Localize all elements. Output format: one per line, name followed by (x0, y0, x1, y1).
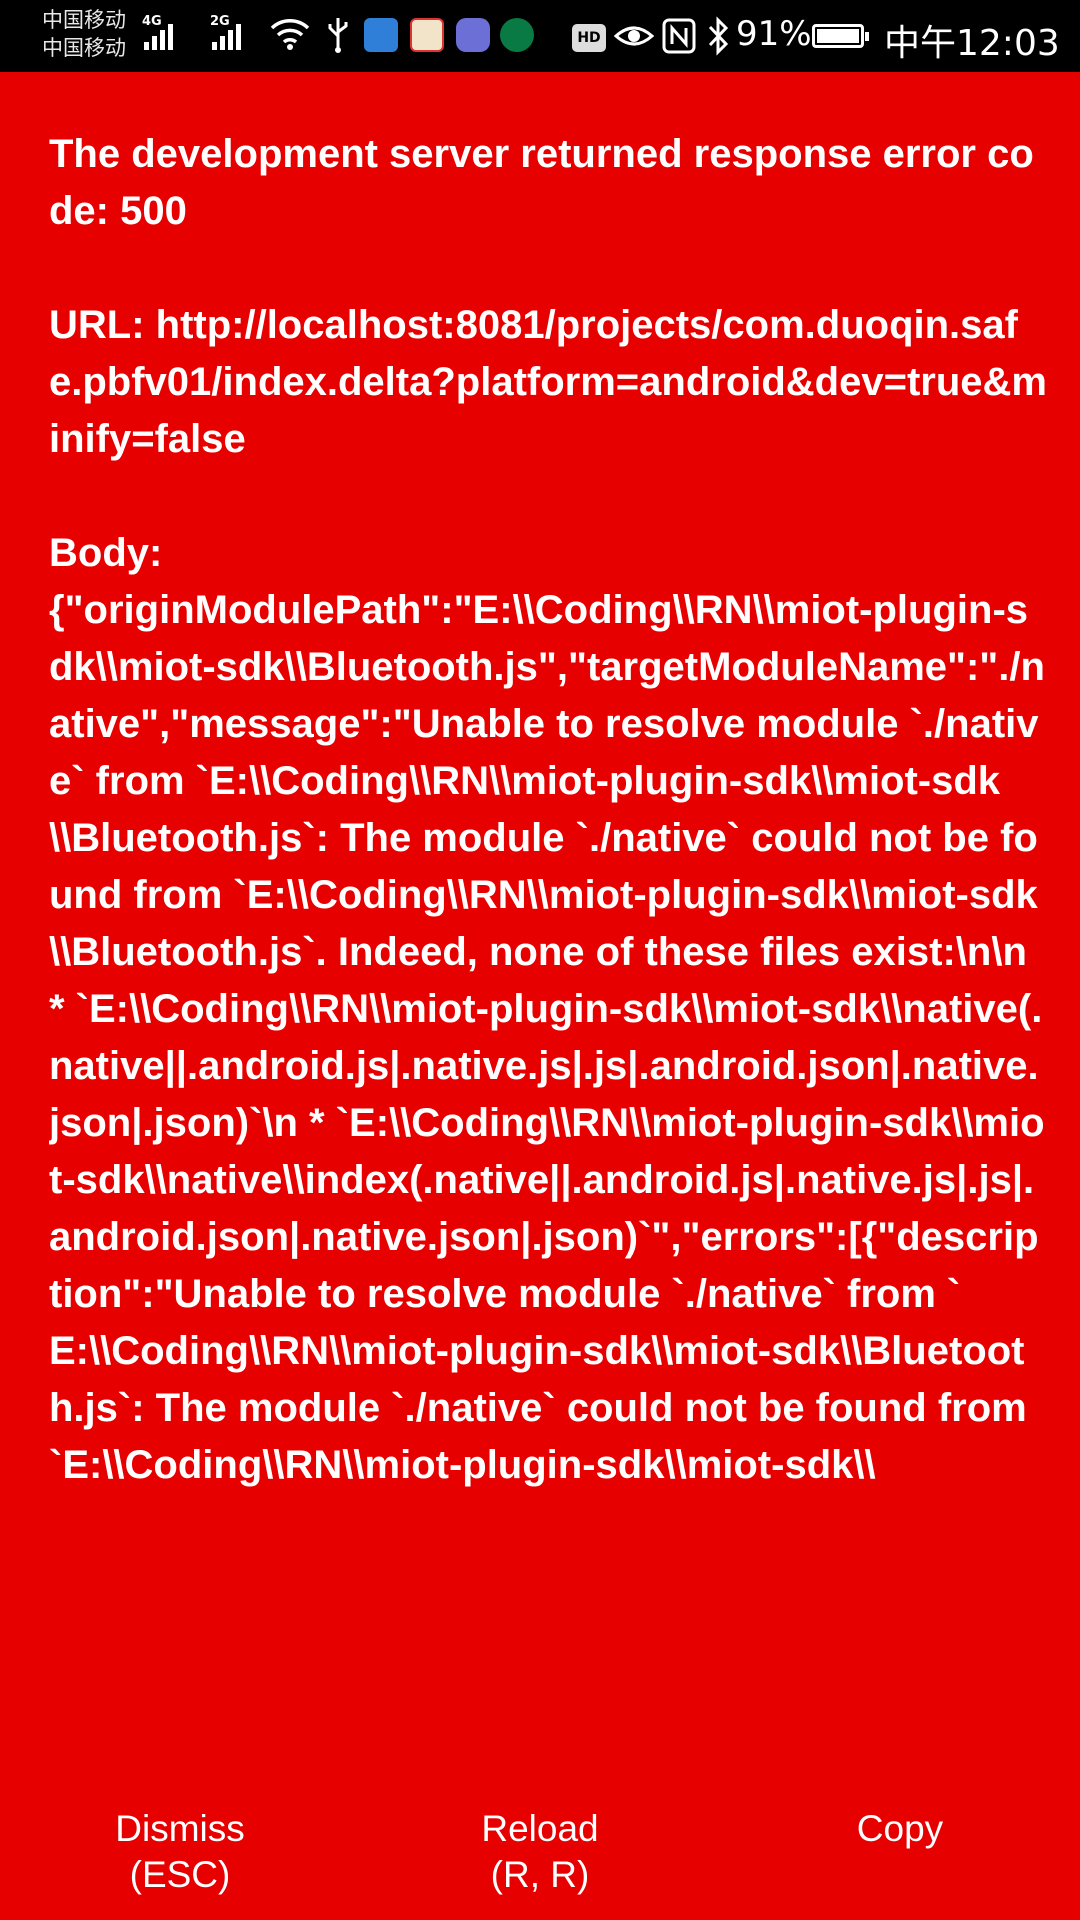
app-icon-blue (364, 18, 398, 52)
error-body-scroll[interactable]: Body: {"originModulePath":"E:\\Coding\\R… (49, 525, 1049, 1667)
battery-icon (812, 24, 869, 48)
music-app-icon (456, 18, 490, 52)
reload-shortcut: (R, R) (490, 1854, 590, 1895)
error-url: URL: http://localhost:8081/projects/com.… (49, 303, 1047, 461)
carrier-labels: 中国移动 中国移动 (42, 6, 126, 62)
battery-percent: 91% (736, 14, 812, 54)
dismiss-shortcut: (ESC) (129, 1854, 231, 1895)
reload-label: Reload (481, 1808, 599, 1849)
dismiss-button[interactable]: Dismiss (ESC) (0, 1786, 360, 1920)
action-bar: Dismiss (ESC) Reload (R, R) Copy (0, 1786, 1080, 1920)
clock: 中午12:03 (884, 23, 1060, 64)
hd-icon: HD (572, 24, 606, 52)
wifi-icon (270, 19, 310, 50)
error-body-label: Body: (49, 531, 163, 575)
carrier-2: 中国移动 (42, 36, 126, 60)
reload-button[interactable]: Reload (R, R) (360, 1786, 720, 1920)
error-message: The development server returned response… (49, 126, 1049, 1667)
bluetooth-icon (708, 16, 729, 56)
error-body: {"originModulePath":"E:\\Coding\\RN\\mio… (49, 588, 1045, 1487)
dismiss-label: Dismiss (115, 1808, 245, 1849)
eye-icon (614, 26, 654, 46)
signal-4g-icon: 4G (142, 14, 173, 50)
nfc-icon (662, 18, 696, 54)
error-title: The development server returned response… (49, 132, 1034, 233)
status-bar: 中国移动 中国移动 4G 2G HD 91% 中午12:03 (0, 0, 1080, 72)
copy-button[interactable]: Copy (720, 1786, 1080, 1920)
starbucks-app-icon (500, 18, 534, 52)
copy-label: Copy (856, 1808, 944, 1849)
youpin-app-icon (410, 18, 444, 52)
signal-2g-icon: 2G (210, 14, 241, 50)
carrier-1: 中国移动 (42, 8, 126, 32)
usb-icon (328, 18, 348, 53)
